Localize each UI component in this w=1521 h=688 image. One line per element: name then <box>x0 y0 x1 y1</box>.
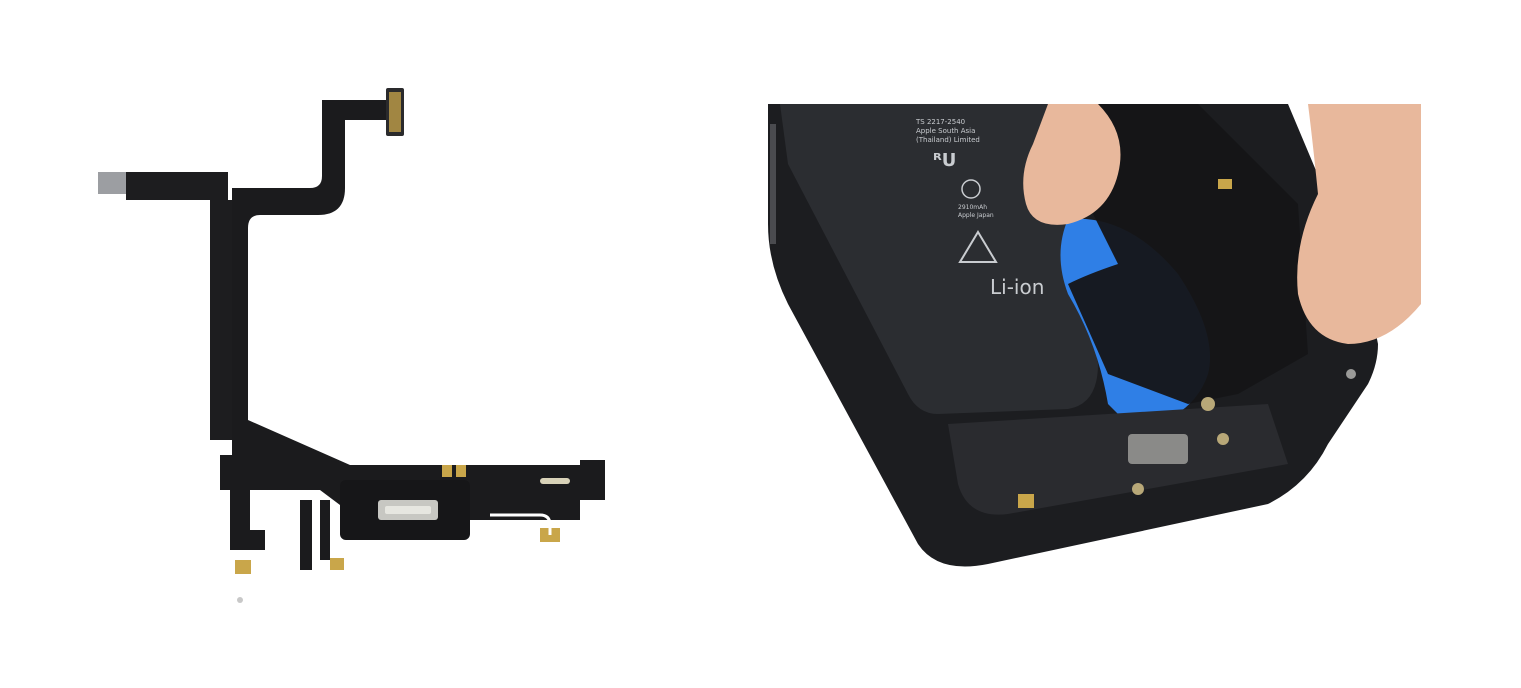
ul-mark: ᴿU <box>933 150 956 171</box>
white-strip <box>540 478 570 484</box>
screw <box>1132 483 1144 495</box>
battery-label-text: Li-ion <box>990 275 1044 299</box>
gold-pad <box>1218 179 1232 189</box>
gold-pad <box>330 558 344 570</box>
flex-cable-photo <box>60 60 660 640</box>
phone-interior-illustration: TS 2217-2540 Apple South Asia (Thailand)… <box>768 104 1421 567</box>
flex-tail <box>320 500 330 560</box>
screw-hole <box>237 597 243 603</box>
top-connector-pins <box>389 92 401 132</box>
gold-pad <box>235 560 251 574</box>
screw <box>1201 397 1215 411</box>
battery-small-text: 2910mAh <box>958 204 987 211</box>
flex-cable-illustration <box>98 88 605 603</box>
finger <box>1297 104 1421 344</box>
gold-connector <box>1018 494 1034 508</box>
flex-strip-left <box>126 172 232 440</box>
battery-small-text: (Thailand) Limited <box>916 136 980 144</box>
battery-small-text: Apple Japan <box>958 212 994 219</box>
port-bracket <box>1128 434 1188 464</box>
screw <box>1217 433 1229 445</box>
battery-small-text: Apple South Asia <box>916 127 975 135</box>
flex-ribbon-main <box>220 100 580 520</box>
charging-port-inner <box>385 506 431 514</box>
gold-pad <box>456 465 466 477</box>
frame-edge <box>770 124 776 244</box>
flex-tail <box>580 460 605 500</box>
flex-tail <box>230 480 265 550</box>
cable-end-tab <box>98 172 128 194</box>
screw <box>1346 369 1356 379</box>
battery-small-text: TS 2217-2540 <box>915 118 965 126</box>
flex-tail <box>300 500 312 570</box>
gold-pad <box>442 465 452 477</box>
phone-repair-photo: TS 2217-2540 Apple South Asia (Thailand)… <box>768 104 1421 584</box>
